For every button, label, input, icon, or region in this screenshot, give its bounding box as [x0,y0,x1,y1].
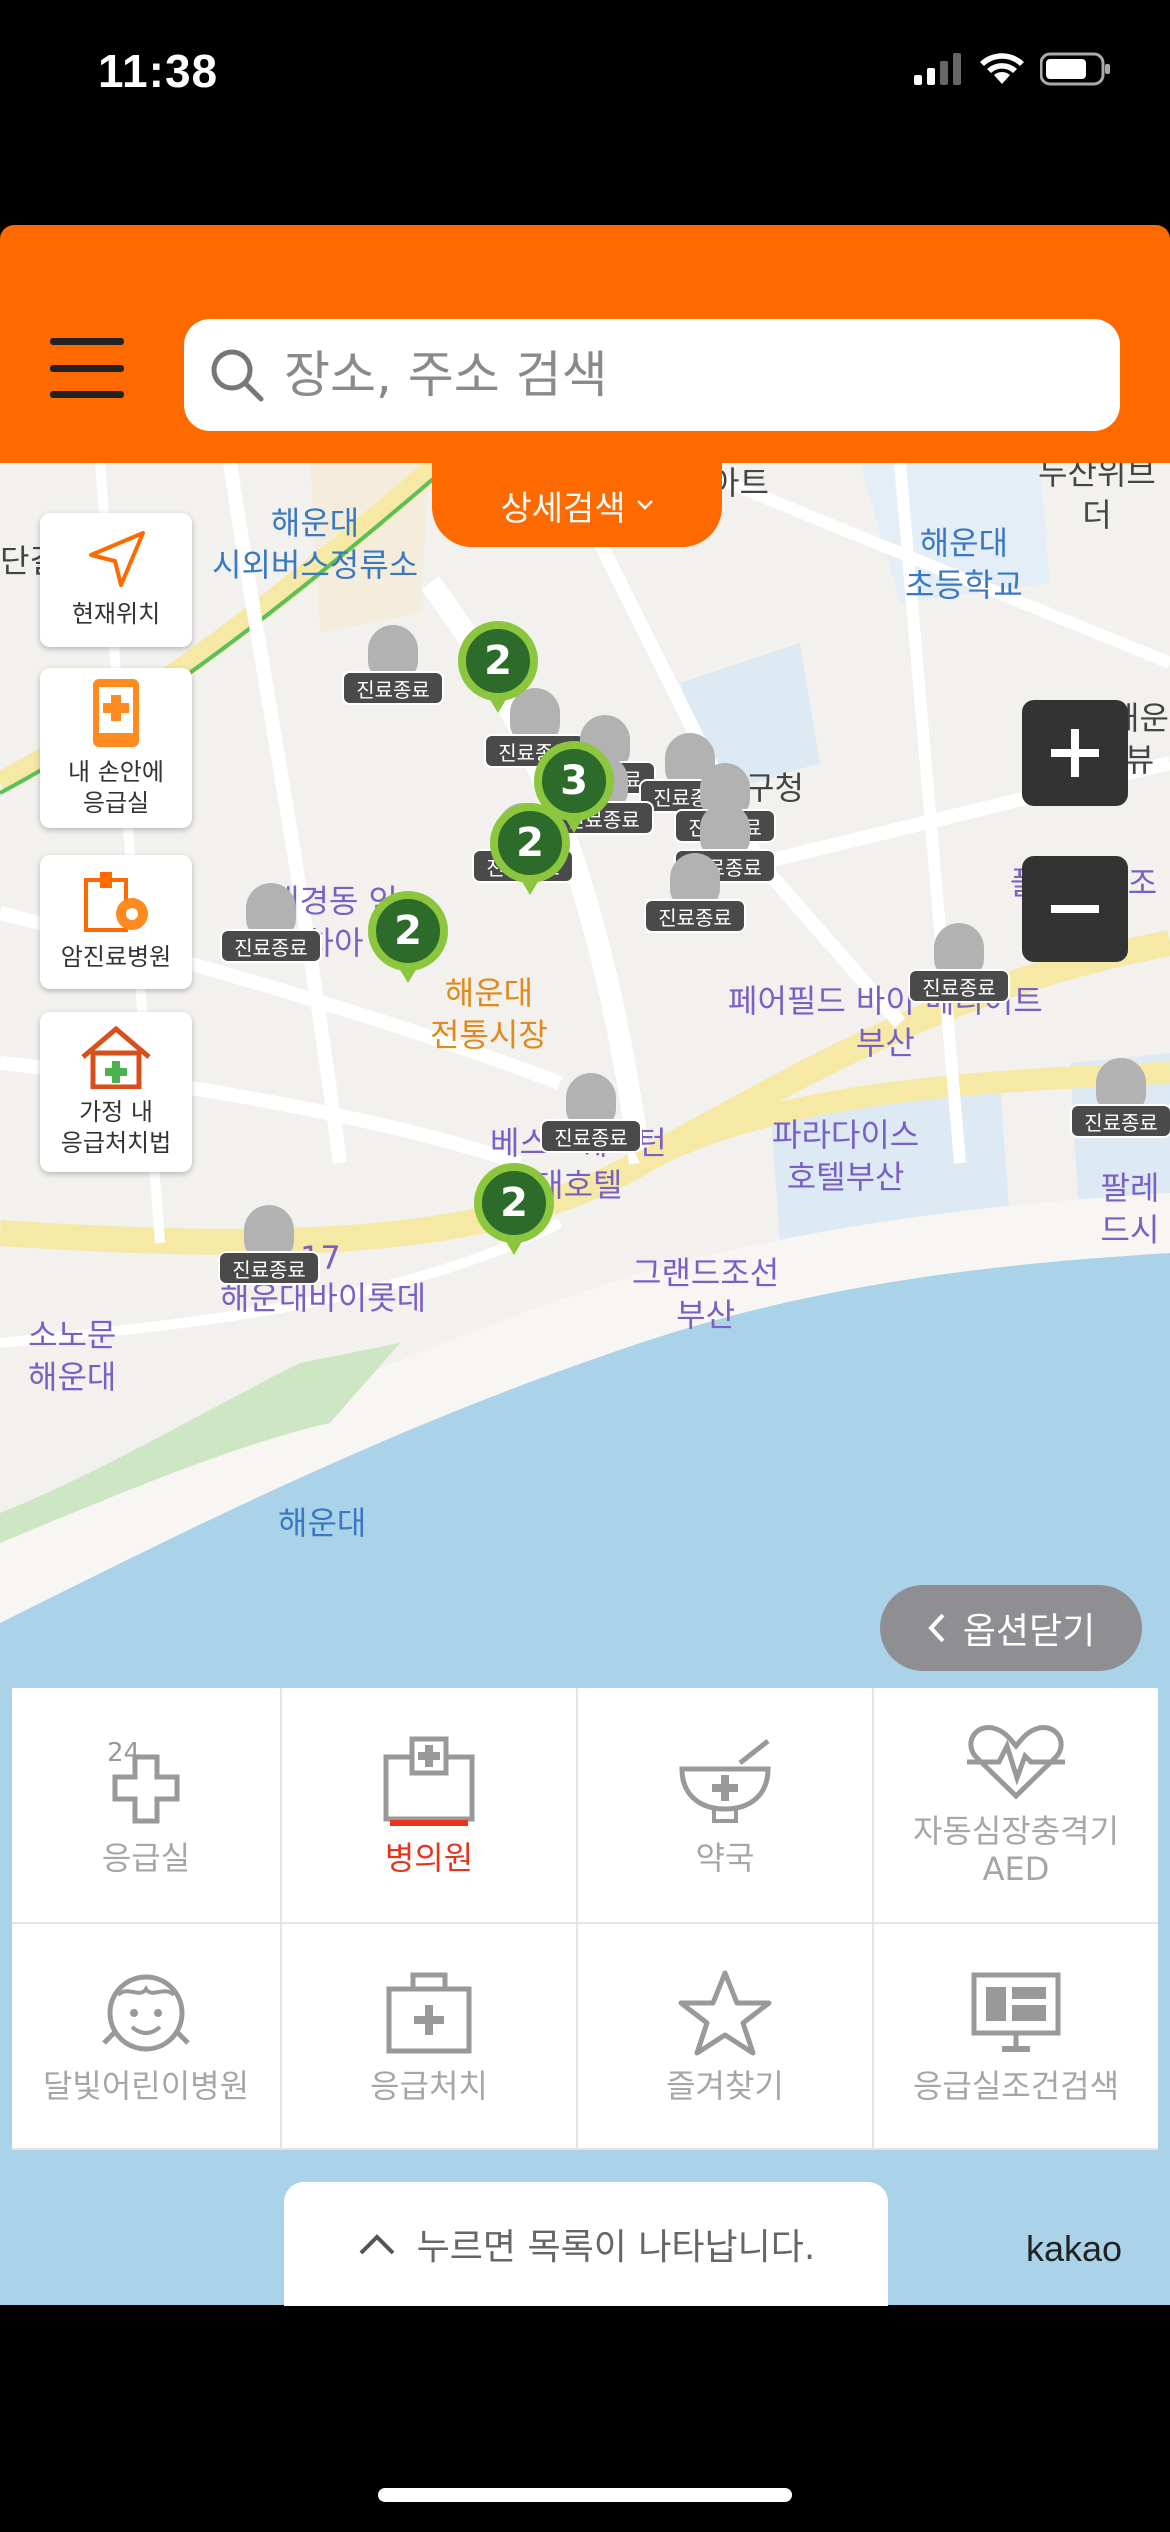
menu-button[interactable] [50,338,124,398]
category-grid: 24 응급실 병의원 약국 자동심장충격기 AED 달빛어린이병원 응급처치 즐… [12,1688,1158,2150]
kakao-logo: kakao [1026,2228,1123,2269]
search-icon [211,349,264,402]
category-hospital[interactable]: 병의원 [282,1688,578,1924]
detail-search-label: 상세검색 [500,488,626,529]
menu-icon-bar [50,391,124,398]
list-toggle-button[interactable]: 누르면 목록이 나타납니다. [284,2182,888,2306]
status-bar: 11:38 [0,0,1170,150]
home-firstaid-icon [81,1025,151,1089]
monitor-icon [971,1972,1061,2052]
pharmacy-icon [679,1738,771,1823]
hospital-icon [383,1736,475,1826]
menu-icon-bar [50,364,124,372]
pocket-er-button[interactable]: 내 손안에 응급실 [40,668,192,828]
search-box[interactable] [184,319,1120,431]
map-label-palais: 팔레드시 [1100,1169,1160,1249]
category-favorites[interactable]: 즐겨찾기 [578,1924,874,2150]
closed-hospital-marker[interactable]: 진료종료 [1066,1058,1170,1142]
plus-icon [1051,729,1099,777]
closed-hospital-marker[interactable]: 진료종료 [536,1073,646,1157]
category-label: 병의원 [384,1838,474,1877]
map-label-sonomun: 소노문 해운대 [28,1316,117,1396]
closed-tag: 진료종료 [908,969,1010,1003]
closed-hospital-marker[interactable]: 진료종료 [214,1205,324,1289]
aed-icon [967,1724,1065,1800]
closed-hospital-marker[interactable]: 진료종료 [904,923,1014,1007]
category-pharmacy[interactable]: 약국 [578,1688,874,1924]
category-label: 응급처치 [370,2066,488,2105]
top-spacer [0,150,1170,225]
emergency-24-icon: 24 [107,1738,180,1824]
chevron-down-icon [636,500,653,510]
closed-hospital-marker[interactable]: 진료종료 [338,625,448,709]
map-label-beach: 해운대 [278,1504,367,1542]
current-location-label: 현재위치 [71,600,161,629]
hospital-cluster-marker[interactable]: 2 [490,803,570,899]
category-label: 응급실조건검색 [912,2066,1120,2105]
category-label: 약국 [695,1838,755,1877]
category-label: 응급실 [101,1838,191,1877]
star-icon [678,1970,772,2056]
chevron-left-icon [928,1613,945,1643]
list-toggle-label: 누르면 목록이 나타납니다. [416,2227,816,2268]
first-aid-kit-icon [386,1972,472,2054]
category-emergency-room[interactable]: 24 응급실 [12,1688,282,1924]
map-label-top-right: 두산위브더 [1038,463,1156,534]
cluster-count: 2 [490,803,570,883]
battery-icon [1040,52,1110,86]
menu-icon-bar [50,338,124,345]
app-header [0,225,1170,463]
category-label: 달빛어린이병원 [42,2066,250,2105]
closed-tag: 진료종료 [220,929,322,963]
cluster-count: 2 [368,891,448,971]
hospital-cluster-marker[interactable]: 2 [368,891,448,987]
cancer-hospital-label: 암진료병원 [60,943,172,972]
cancer-hospital-button[interactable]: 암진료병원 [40,855,192,989]
minus-icon [1051,905,1099,913]
hospital-cluster-marker[interactable]: 2 [474,1163,554,1259]
pocket-er-label: 내 손안에 응급실 [68,757,164,817]
map-label-grand-chosun: 그랜드조선 부산 [632,1254,780,1334]
zoom-in-button[interactable] [1022,700,1128,806]
category-er-condition-search[interactable]: 응급실조건검색 [874,1924,1158,2150]
closed-tag: 진료종료 [218,1251,320,1285]
phone-hospital-icon [93,678,139,747]
status-icons [914,52,1112,86]
closed-hospital-marker[interactable]: 진료종료 [640,853,750,937]
signal-icon [914,53,961,85]
category-aed[interactable]: 자동심장충격기 AED [874,1688,1158,1924]
closed-tag: 진료종료 [342,671,444,705]
map-label-bus-terminal: 해운대 시외버스정류소 [212,504,419,584]
search-input[interactable] [284,346,1064,404]
current-location-button[interactable]: 현재위치 [40,513,192,647]
category-first-aid[interactable]: 응급처치 [282,1924,578,2150]
closed-tag: 진료종료 [540,1119,642,1153]
home-firstaid-label: 가정 내 응급처치법 [60,1097,172,1157]
closed-tag: 진료종료 [644,899,746,933]
location-arrow-icon [89,531,145,588]
close-options-label: 옵션닫기 [962,1611,1096,1652]
zoom-out-button[interactable] [1022,856,1128,962]
closed-tag: 진료종료 [1070,1104,1170,1138]
cluster-count: 2 [474,1163,554,1243]
chevron-up-icon [359,2234,395,2255]
close-options-button[interactable]: 옵션닫기 [880,1585,1142,1671]
category-label: 즐겨찾기 [666,2066,784,2105]
category-label: 자동심장충격기 AED [912,1811,1120,1888]
home-firstaid-button[interactable]: 가정 내 응급처치법 [40,1012,192,1172]
map-label-elementary: 해운대 초등학교 [905,524,1023,604]
status-time: 11:38 [98,45,219,97]
child-face-icon [102,1974,190,2052]
cluster-count: 2 [458,621,538,701]
category-moonlight-children[interactable]: 달빛어린이병원 [12,1924,282,2150]
detail-search-button[interactable]: 상세검색 [432,463,722,547]
home-indicator[interactable] [378,2488,792,2502]
hospital-cluster-marker[interactable]: 2 [458,621,538,717]
map-label-paradise: 파라다이스 호텔부산 [772,1116,920,1196]
wifi-icon [980,53,1024,84]
cancer-hospital-icon [84,872,148,933]
closed-hospital-marker[interactable]: 진료종료 [216,883,326,967]
